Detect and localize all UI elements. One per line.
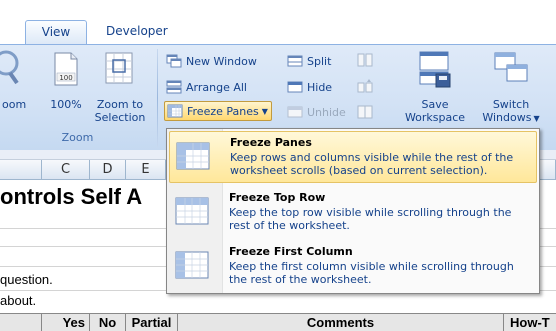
switch-windows-label-2-text: Windows (482, 111, 532, 124)
zoom-button[interactable]: oom (0, 49, 40, 111)
header-cell-howto[interactable]: How-T (504, 314, 556, 331)
magnifier-icon (0, 50, 19, 85)
menu-item-freeze-top-row[interactable]: Freeze Top Row Keep the top row visible … (169, 187, 537, 237)
chevron-down-icon: ▼ (261, 106, 268, 116)
zoom-100-button[interactable]: 100 100% (46, 49, 86, 111)
unhide-button[interactable]: Unhide (287, 102, 346, 122)
tab-developer[interactable]: Developer (96, 20, 178, 44)
save-workspace-label-2: Workspace (404, 111, 466, 124)
arrange-all-label: Arrange All (186, 80, 247, 94)
page-100-icon-text: 100 (59, 74, 72, 82)
menu-item-freeze-first-column[interactable]: Freeze First Column Keep the first colum… (169, 241, 537, 291)
column-header-e[interactable]: E (126, 160, 166, 180)
header-cell-no[interactable]: No (90, 314, 126, 331)
chevron-down-icon: ▼ (533, 114, 540, 123)
instruction-cell-2[interactable]: about. (0, 293, 36, 308)
menu-item-freeze-panes[interactable]: Freeze Panes Keep rows and columns visib… (169, 131, 537, 183)
switch-windows-label-2: Windows ▼ (471, 111, 551, 125)
switch-windows-icon (494, 52, 528, 82)
group-separator (157, 49, 158, 147)
freeze-top-row-icon (175, 197, 209, 225)
menu-item-title: Freeze Top Row (229, 191, 326, 204)
unhide-window-icon (287, 106, 303, 118)
zoom-to-selection-label-2: Selection (94, 111, 146, 124)
hide-label: Hide (307, 80, 333, 94)
switch-windows-button[interactable]: Switch Windows ▼ (471, 49, 551, 125)
menu-item-title: Freeze First Column (229, 245, 353, 258)
ribbon-tab-strip: View Developer (0, 0, 556, 44)
menu-item-description: Keep the first column visible while scro… (229, 260, 514, 286)
header-cell-blank[interactable] (0, 314, 42, 331)
freeze-first-column-icon (175, 251, 209, 279)
zoom-selection-icon (105, 52, 133, 84)
column-header-blank (0, 160, 42, 180)
column-header-d[interactable]: D (90, 160, 126, 180)
freeze-panes-button[interactable]: Freeze Panes ▼ (164, 101, 272, 121)
split-label: Split (307, 54, 332, 68)
table-header-row: Yes No Partial Comments How-T (0, 313, 556, 331)
zoom-button-label: oom (2, 98, 27, 111)
header-cell-comments[interactable]: Comments (178, 314, 504, 331)
zoom-group-label: Zoom (61, 131, 94, 144)
switch-windows-label-1: Switch (492, 98, 530, 111)
freeze-panes-menu: Freeze Panes Keep rows and columns visib… (166, 128, 540, 294)
split-button[interactable]: Split (287, 51, 331, 71)
freeze-panes-grid-icon (176, 142, 210, 170)
zoom-to-selection-button[interactable]: Zoom to Selection (89, 49, 151, 124)
split-icon (287, 55, 303, 67)
save-workspace-label-1: Save (421, 98, 449, 111)
column-header-c[interactable]: C (42, 160, 90, 180)
zoom-to-selection-label-1: Zoom to (96, 98, 144, 111)
instruction-cell-1[interactable]: question. (0, 272, 53, 287)
page-100-icon: 100 (54, 52, 78, 86)
header-cell-partial[interactable]: Partial (126, 314, 178, 331)
menu-item-description: Keep rows and columns visible while the … (230, 151, 514, 177)
save-workspace-icon (419, 51, 451, 88)
view-side-by-side-icon[interactable] (357, 53, 373, 67)
arrange-all-button[interactable]: Arrange All (166, 77, 247, 97)
new-window-button[interactable]: New Window (166, 51, 257, 71)
arrange-all-icon (166, 80, 182, 94)
tab-view[interactable]: View (25, 20, 87, 44)
new-window-icon (166, 54, 182, 68)
sheet-title-cell[interactable]: ontrols Self A (0, 184, 142, 210)
hide-button[interactable]: Hide (287, 77, 332, 97)
zoom-100-label: 100% (50, 98, 82, 111)
freeze-panes-label: Freeze Panes (187, 104, 259, 118)
save-workspace-button[interactable]: Save Workspace (404, 49, 466, 124)
freeze-panes-icon (167, 104, 183, 118)
header-cell-yes[interactable]: Yes (42, 314, 90, 331)
menu-item-description: Keep the top row visible while scrolling… (229, 206, 512, 232)
new-window-label: New Window (186, 54, 257, 68)
unhide-label: Unhide (307, 105, 346, 119)
menu-item-title: Freeze Panes (230, 136, 312, 149)
reset-window-position-icon[interactable] (357, 105, 373, 119)
hide-window-icon (287, 81, 303, 93)
synchronous-scrolling-icon[interactable] (357, 79, 373, 93)
